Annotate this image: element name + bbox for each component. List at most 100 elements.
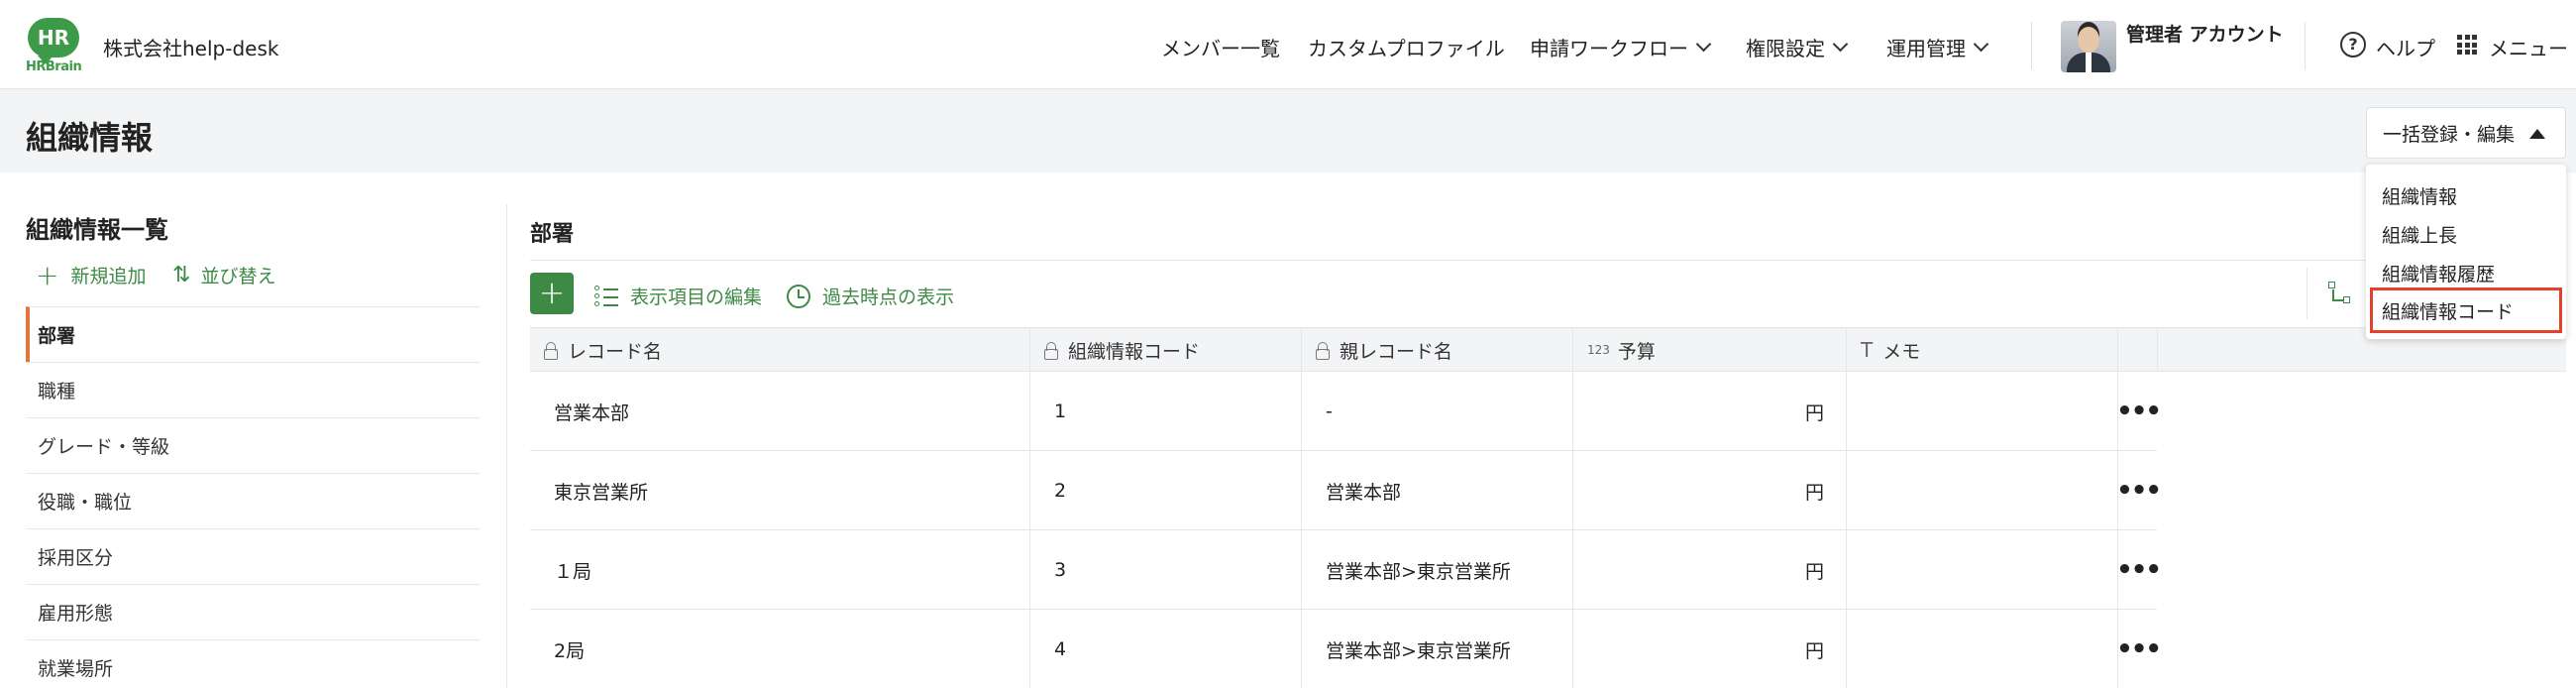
bulk-edit-button[interactable]: 一括登録・編集 bbox=[2366, 107, 2566, 159]
column-label: 組織情報コード bbox=[1068, 340, 1201, 363]
section-title: 部署 bbox=[530, 222, 575, 247]
column-label: 予算 bbox=[1617, 340, 1656, 363]
grid-menu-icon[interactable] bbox=[2457, 35, 2477, 55]
list-item-department[interactable]: 部署 bbox=[26, 306, 481, 362]
caret-up-icon bbox=[2529, 129, 2545, 139]
cell-budget: 円 bbox=[1573, 610, 1847, 688]
list-item-hiring-category[interactable]: 採用区分 bbox=[26, 528, 481, 584]
table-row[interactable]: １局 3 営業本部>東京営業所 円 ••• bbox=[530, 530, 2162, 610]
dropdown-item-org-history[interactable]: 組織情報履歴 bbox=[2382, 260, 2495, 287]
column-label: レコード名 bbox=[568, 340, 663, 363]
account-name[interactable]: 管理者 アカウント bbox=[2126, 22, 2285, 48]
cell-record-name: １局 bbox=[530, 530, 1030, 610]
cell-org-code: 4 bbox=[1030, 610, 1302, 688]
hrbrain-logo[interactable]: HR HRBrain bbox=[26, 18, 82, 75]
add-new-label: 新規追加 bbox=[70, 266, 147, 287]
avatar-head bbox=[2078, 27, 2099, 53]
list-item-employment-type[interactable]: 雇用形態 bbox=[26, 584, 481, 639]
cell-org-code: 2 bbox=[1030, 451, 1302, 530]
cell-record-name: 営業本部 bbox=[530, 372, 1030, 451]
company-name: 株式会社help-desk bbox=[103, 37, 279, 60]
logo-text: HRBrain bbox=[26, 59, 82, 74]
cell-parent-record: 営業本部>東京営業所 bbox=[1302, 530, 1573, 610]
lock-icon bbox=[1316, 342, 1330, 360]
table-row[interactable]: 2局 4 営業本部>東京営業所 円 ••• bbox=[530, 610, 2162, 688]
avatar[interactable] bbox=[2061, 21, 2116, 72]
dropdown-item-org-info[interactable]: 組織情報 bbox=[2382, 182, 2457, 209]
cell-org-code: 1 bbox=[1030, 372, 1302, 451]
plus-icon: + bbox=[36, 258, 59, 291]
org-tree-icon[interactable] bbox=[2328, 282, 2352, 305]
nav-label: 権限設定 bbox=[1746, 37, 1825, 60]
cell-budget: 円 bbox=[1573, 451, 1847, 530]
list-item-work-location[interactable]: 就業場所 bbox=[26, 639, 481, 688]
column-header-memo[interactable]: T メモ bbox=[1847, 328, 2118, 372]
list-item-job-type[interactable]: 職種 bbox=[26, 362, 481, 417]
add-record-button[interactable]: + bbox=[530, 273, 574, 314]
cell-budget: 円 bbox=[1573, 530, 1847, 610]
top-header: HR HRBrain 株式会社help-desk メンバー一覧 カスタムプロファ… bbox=[0, 0, 2576, 89]
header-divider bbox=[2031, 22, 2032, 69]
list-item-position[interactable]: 役職・職位 bbox=[26, 473, 481, 528]
panel-divider bbox=[506, 204, 507, 688]
logo-mark: HR bbox=[28, 18, 79, 64]
cell-parent-record: - bbox=[1302, 372, 1573, 451]
help-link[interactable]: ヘルプ bbox=[2376, 33, 2435, 61]
column-label: メモ bbox=[1882, 340, 1921, 363]
table-row[interactable]: 東京営業所 2 営業本部 円 ••• bbox=[530, 451, 2162, 530]
list-item-grade[interactable]: グレード・等級 bbox=[26, 417, 481, 473]
add-new-button[interactable]: + 新規追加 bbox=[36, 258, 147, 291]
header-divider bbox=[2305, 22, 2306, 69]
more-options-icon[interactable]: ••• bbox=[2116, 451, 2162, 530]
nav-member-list[interactable]: メンバー一覧 bbox=[1161, 33, 1280, 61]
help-icon[interactable]: ? bbox=[2340, 32, 2366, 57]
dropdown-item-org-supervisor[interactable]: 組織上長 bbox=[2382, 221, 2457, 248]
more-options-icon[interactable]: ••• bbox=[2116, 610, 2162, 688]
cell-org-code: 3 bbox=[1030, 530, 1302, 610]
column-header-budget[interactable]: 123 予算 bbox=[1573, 328, 1847, 372]
table-row[interactable]: 営業本部 1 - 円 ••• bbox=[530, 372, 2162, 451]
cell-budget: 円 bbox=[1573, 372, 1847, 451]
chevron-down-icon bbox=[1973, 36, 1989, 53]
highlight-box bbox=[2370, 287, 2562, 333]
more-options-icon[interactable]: ••• bbox=[2116, 530, 2162, 610]
edit-columns-button[interactable]: 表示項目の編集 bbox=[594, 283, 762, 309]
cell-memo bbox=[1847, 610, 2118, 688]
page-title-bar: 組織情報 一括登録・編集 bbox=[0, 89, 2576, 172]
past-view-label: 過去時点の表示 bbox=[822, 287, 955, 308]
bulk-edit-label: 一括登録・編集 bbox=[2383, 123, 2516, 146]
column-header-org-code[interactable]: 組織情報コード bbox=[1030, 328, 1302, 372]
menu-link[interactable]: メニュー bbox=[2489, 33, 2568, 61]
column-header-record-name[interactable]: レコード名 bbox=[530, 328, 1030, 372]
past-view-button[interactable]: 過去時点の表示 bbox=[787, 283, 954, 309]
left-panel-title: 組織情報一覧 bbox=[26, 216, 168, 244]
nav-permissions[interactable]: 権限設定 bbox=[1746, 33, 1849, 61]
number-icon: 123 bbox=[1587, 343, 1610, 357]
text-icon: T bbox=[1861, 338, 1874, 362]
clock-icon bbox=[787, 284, 810, 308]
avatar-shirt bbox=[2086, 53, 2092, 72]
nav-label: 申請ワークフロー bbox=[1530, 37, 1688, 60]
cell-parent-record: 営業本部 bbox=[1302, 451, 1573, 530]
cell-parent-record: 営業本部>東京営業所 bbox=[1302, 610, 1573, 688]
more-options-icon[interactable]: ••• bbox=[2116, 372, 2162, 451]
org-type-list: 部署 職種 グレード・等級 役職・職位 採用区分 雇用形態 就業場所 bbox=[26, 306, 481, 688]
cell-record-name: 東京営業所 bbox=[530, 451, 1030, 530]
cell-memo bbox=[1847, 530, 2118, 610]
nav-label: メンバー一覧 bbox=[1161, 37, 1280, 60]
lock-icon bbox=[544, 342, 558, 360]
table-header: レコード名 組織情報コード 親レコード名 123 予算 T メモ bbox=[530, 327, 2566, 372]
list-settings-icon bbox=[594, 285, 618, 307]
nav-custom-profile[interactable]: カスタムプロファイル bbox=[1308, 33, 1505, 61]
cell-memo bbox=[1847, 372, 2118, 451]
sort-arrows-icon: ⇅ bbox=[172, 263, 191, 287]
column-label: 親レコード名 bbox=[1340, 340, 1453, 363]
column-header-parent-record[interactable]: 親レコード名 bbox=[1302, 328, 1573, 372]
nav-workflow[interactable]: 申請ワークフロー bbox=[1530, 33, 1712, 61]
toolbar-divider bbox=[2307, 268, 2308, 319]
nav-label: 運用管理 bbox=[1886, 37, 1966, 60]
chevron-down-icon bbox=[1832, 36, 1849, 53]
nav-label: カスタムプロファイル bbox=[1308, 37, 1505, 60]
sort-button[interactable]: ⇅ 並び替え bbox=[172, 262, 275, 288]
nav-operations[interactable]: 運用管理 bbox=[1886, 33, 1989, 61]
